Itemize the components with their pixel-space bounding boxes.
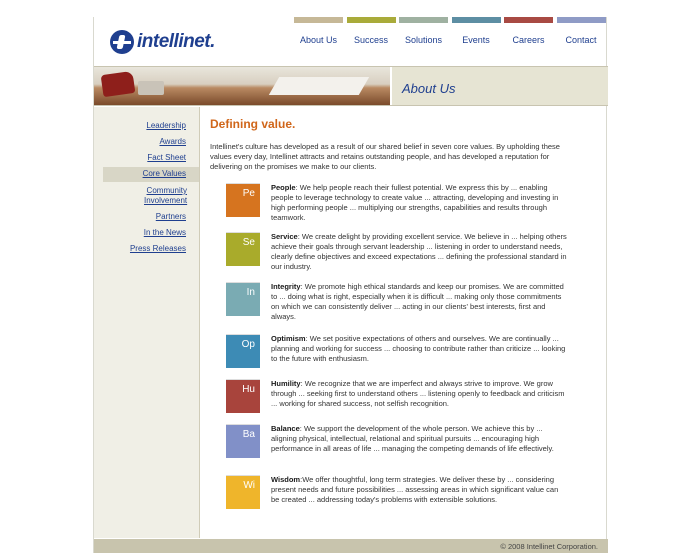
sidebar-item-partners[interactable]: Partners <box>94 212 199 222</box>
nav-color-bar <box>399 17 448 23</box>
nav-link-solutions[interactable]: Solutions <box>398 35 449 45</box>
value-description: People: We help people reach their fulle… <box>271 183 559 222</box>
sidebar-item-core-values[interactable]: Core Values <box>103 167 199 182</box>
section-heading: Defining value. <box>210 117 296 131</box>
banner-photo <box>94 67 390 105</box>
nav-item-contact: Contact <box>556 17 607 45</box>
intellinet-logo-icon <box>110 30 134 54</box>
page-footer: © 2008 Intellinet Corporation. <box>94 539 608 553</box>
nav-item-solutions: Solutions <box>398 17 449 45</box>
main-content: Defining value. Intellinet's culture has… <box>210 117 600 509</box>
value-description: Humility: We recognize that we are imper… <box>271 379 565 408</box>
main-nav: About Us Success Solutions Events Career… <box>293 17 608 45</box>
copyright-text: © 2008 Intellinet Corporation. <box>500 542 598 551</box>
optimism-swatch: Op <box>226 334 260 368</box>
integrity-swatch: In <box>226 282 260 316</box>
service-swatch: Se <box>226 232 260 266</box>
sidebar-item-in-the-news[interactable]: In the News <box>94 228 199 238</box>
value-description: Optimism: We set positive expectations o… <box>271 334 566 363</box>
nav-color-bar <box>294 17 343 23</box>
intro-paragraph: Intellinet's culture has developed as a … <box>210 142 560 171</box>
nav-link-contact[interactable]: Contact <box>556 35 607 45</box>
sidebar-item-leadership[interactable]: Leadership <box>94 121 199 131</box>
page-banner: About Us <box>94 66 608 106</box>
people-swatch: Pe <box>226 183 260 217</box>
nav-link-about-us[interactable]: About Us <box>293 35 344 45</box>
nav-color-bar <box>451 17 501 23</box>
sidebar-item-awards[interactable]: Awards <box>94 137 199 147</box>
humility-swatch: Hu <box>226 379 260 413</box>
sidebar-item-press-releases[interactable]: Press Releases <box>94 244 199 254</box>
nav-item-about-us: About Us <box>293 17 344 45</box>
nav-color-bar <box>556 17 606 23</box>
nav-item-success: Success <box>346 17 397 45</box>
nav-link-careers[interactable]: Careers <box>503 35 554 45</box>
value-description: Service: We create delight by providing … <box>271 232 567 271</box>
value-description: Integrity: We promote high ethical stand… <box>271 282 564 321</box>
nav-color-bar <box>346 17 396 23</box>
intellinet-logo[interactable]: intellinet. <box>110 27 215 57</box>
balance-swatch: Ba <box>226 424 260 458</box>
nav-link-success[interactable]: Success <box>346 35 397 45</box>
banner-title-box: About Us <box>392 67 608 105</box>
nav-item-careers: Careers <box>503 17 554 45</box>
value-description: Balance: We support the development of t… <box>271 424 554 453</box>
wisdom-swatch: Wi <box>226 475 260 509</box>
nav-item-events: Events <box>451 17 502 45</box>
sidebar-item-fact-sheet[interactable]: Fact Sheet <box>94 153 199 163</box>
page-title: About Us <box>402 81 456 96</box>
nav-link-events[interactable]: Events <box>451 35 502 45</box>
brand-name: intellinet. <box>137 31 215 52</box>
sidebar-nav: Leadership Awards Fact Sheet Core Values… <box>94 107 200 538</box>
value-description: Wisdom:We offer thoughtful, long term st… <box>271 475 559 504</box>
nav-color-bar <box>504 17 553 23</box>
page-container: intellinet. About Us Success Solutions E… <box>93 17 608 553</box>
sidebar-item-community-involvement[interactable]: Community Involvement <box>94 186 200 206</box>
